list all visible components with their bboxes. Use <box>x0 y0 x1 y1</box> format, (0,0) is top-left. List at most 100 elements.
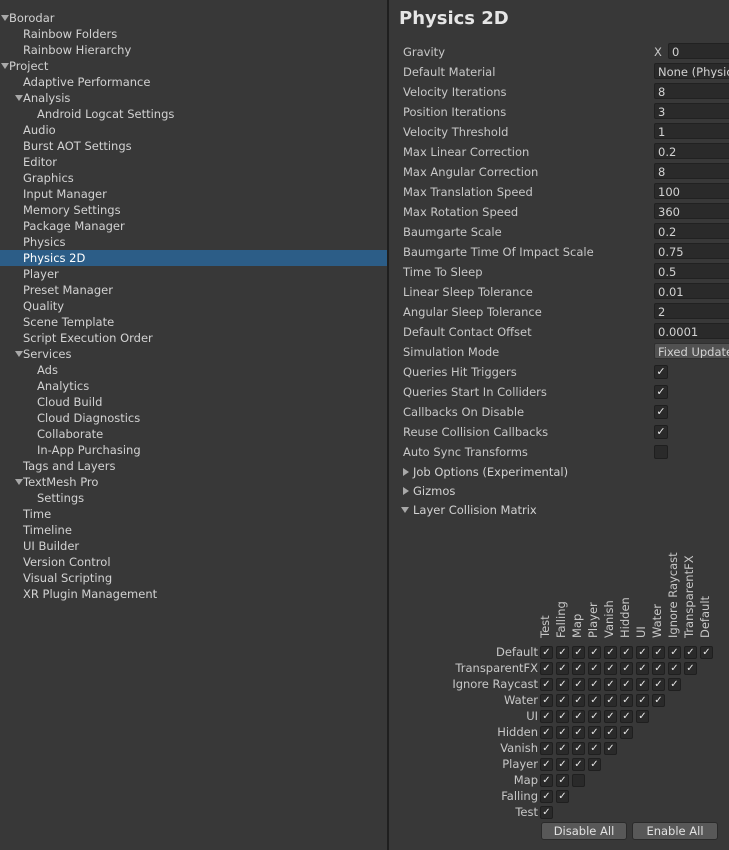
auto-sync-transforms-checkbox[interactable] <box>654 445 668 459</box>
matrix-checkbox[interactable]: ✓ <box>588 694 601 707</box>
matrix-checkbox[interactable]: ✓ <box>636 694 649 707</box>
sidebar-item-package-manager[interactable]: Package Manager <box>0 218 387 234</box>
linear-sleep-tolerance-field[interactable]: 0.01 <box>654 283 729 299</box>
matrix-checkbox[interactable]: ✓ <box>620 726 633 739</box>
sidebar-item-player[interactable]: Player <box>0 266 387 282</box>
callbacks-on-disable-checkbox[interactable]: ✓ <box>654 405 668 419</box>
sidebar-item-script-execution-order[interactable]: Script Execution Order <box>0 330 387 346</box>
foldout-gizmos[interactable]: Gizmos <box>389 482 729 500</box>
matrix-checkbox[interactable]: ✓ <box>604 710 617 723</box>
foldout-layer-collision-matrix[interactable]: Layer Collision Matrix <box>389 501 729 519</box>
sidebar-item-analysis[interactable]: Analysis <box>0 90 387 106</box>
sidebar-item-graphics[interactable]: Graphics <box>0 170 387 186</box>
max-linear-correction-field[interactable]: 0.2 <box>654 143 729 159</box>
sidebar-item-analytics[interactable]: Analytics <box>0 378 387 394</box>
matrix-checkbox[interactable]: ✓ <box>620 646 633 659</box>
sidebar-item-cloud-build[interactable]: Cloud Build <box>0 394 387 410</box>
matrix-checkbox[interactable]: ✓ <box>572 694 585 707</box>
matrix-checkbox[interactable]: ✓ <box>540 662 553 675</box>
sidebar-item-adaptive-performance[interactable]: Adaptive Performance <box>0 74 387 90</box>
foldout-arrow-icon[interactable] <box>1 63 9 69</box>
reuse-collision-callbacks-checkbox[interactable]: ✓ <box>654 425 668 439</box>
sidebar-item-preset-manager[interactable]: Preset Manager <box>0 282 387 298</box>
matrix-checkbox[interactable]: ✓ <box>652 662 665 675</box>
velocity-threshold-field[interactable]: 1 <box>654 123 729 139</box>
matrix-checkbox[interactable]: ✓ <box>556 726 569 739</box>
sidebar-item-rainbow-hierarchy[interactable]: Rainbow Hierarchy <box>0 42 387 58</box>
matrix-checkbox[interactable]: ✓ <box>556 710 569 723</box>
matrix-checkbox[interactable]: ✓ <box>684 662 697 675</box>
velocity-iterations-field[interactable]: 8 <box>654 83 729 99</box>
matrix-checkbox[interactable]: ✓ <box>540 758 553 771</box>
matrix-checkbox[interactable]: ✓ <box>540 806 553 819</box>
matrix-checkbox[interactable]: ✓ <box>540 742 553 755</box>
baumgarte-scale-field[interactable]: 0.2 <box>654 223 729 239</box>
sidebar-item-cloud-diagnostics[interactable]: Cloud Diagnostics <box>0 410 387 426</box>
gravity-x-field[interactable]: 0 <box>668 43 729 59</box>
max-rotation-speed-field[interactable]: 360 <box>654 203 729 219</box>
matrix-checkbox[interactable]: ✓ <box>556 646 569 659</box>
matrix-checkbox[interactable]: ✓ <box>588 758 601 771</box>
matrix-checkbox[interactable]: ✓ <box>556 694 569 707</box>
matrix-checkbox[interactable]: ✓ <box>604 694 617 707</box>
matrix-checkbox[interactable]: ✓ <box>620 694 633 707</box>
matrix-checkbox[interactable] <box>572 774 585 787</box>
matrix-checkbox[interactable]: ✓ <box>540 790 553 803</box>
position-iterations-field[interactable]: 3 <box>654 103 729 119</box>
foldout-arrow-icon[interactable] <box>15 95 23 101</box>
time-to-sleep-field[interactable]: 0.5 <box>654 263 729 279</box>
matrix-checkbox[interactable]: ✓ <box>604 662 617 675</box>
foldout-arrow-icon[interactable] <box>1 15 9 21</box>
sidebar-item-textmesh-pro[interactable]: TextMesh Pro <box>0 474 387 490</box>
max-angular-correction-field[interactable]: 8 <box>654 163 729 179</box>
sidebar-item-input-manager[interactable]: Input Manager <box>0 186 387 202</box>
matrix-checkbox[interactable]: ✓ <box>604 742 617 755</box>
matrix-checkbox[interactable]: ✓ <box>620 710 633 723</box>
sidebar-item-timeline[interactable]: Timeline <box>0 522 387 538</box>
matrix-checkbox[interactable]: ✓ <box>540 694 553 707</box>
sidebar-item-xr-plugin-management[interactable]: XR Plugin Management <box>0 586 387 602</box>
matrix-checkbox[interactable]: ✓ <box>572 662 585 675</box>
matrix-checkbox[interactable]: ✓ <box>556 790 569 803</box>
matrix-checkbox[interactable]: ✓ <box>588 662 601 675</box>
disable-all-button[interactable]: Disable All <box>541 822 627 840</box>
matrix-checkbox[interactable]: ✓ <box>588 678 601 691</box>
matrix-checkbox[interactable]: ✓ <box>700 646 713 659</box>
baumgarte-time-of-impact-scale-field[interactable]: 0.75 <box>654 243 729 259</box>
matrix-checkbox[interactable]: ✓ <box>540 710 553 723</box>
sidebar-item-settings[interactable]: Settings <box>0 490 387 506</box>
sidebar-item-physics-2d[interactable]: Physics 2D <box>0 250 387 266</box>
matrix-checkbox[interactable]: ✓ <box>652 678 665 691</box>
sidebar-item-scene-template[interactable]: Scene Template <box>0 314 387 330</box>
chevron-right-icon[interactable] <box>403 487 409 495</box>
matrix-checkbox[interactable]: ✓ <box>668 678 681 691</box>
sidebar-item-collaborate[interactable]: Collaborate <box>0 426 387 442</box>
sidebar-item-ads[interactable]: Ads <box>0 362 387 378</box>
matrix-checkbox[interactable]: ✓ <box>588 742 601 755</box>
foldout-arrow-icon[interactable] <box>15 351 23 357</box>
matrix-checkbox[interactable]: ✓ <box>556 742 569 755</box>
matrix-checkbox[interactable]: ✓ <box>572 758 585 771</box>
default-material-field[interactable]: None (Physics <box>654 63 729 79</box>
sidebar-item-project[interactable]: Project <box>0 58 387 74</box>
sidebar-item-tags-and-layers[interactable]: Tags and Layers <box>0 458 387 474</box>
matrix-checkbox[interactable]: ✓ <box>636 646 649 659</box>
matrix-checkbox[interactable]: ✓ <box>572 710 585 723</box>
queries-hit-triggers-checkbox[interactable]: ✓ <box>654 365 668 379</box>
matrix-checkbox[interactable]: ✓ <box>652 694 665 707</box>
sidebar-item-version-control[interactable]: Version Control <box>0 554 387 570</box>
matrix-checkbox[interactable]: ✓ <box>540 646 553 659</box>
sidebar-item-editor[interactable]: Editor <box>0 154 387 170</box>
matrix-checkbox[interactable]: ✓ <box>668 646 681 659</box>
matrix-checkbox[interactable]: ✓ <box>604 646 617 659</box>
matrix-checkbox[interactable]: ✓ <box>540 774 553 787</box>
sidebar-item-burst-aot-settings[interactable]: Burst AOT Settings <box>0 138 387 154</box>
matrix-checkbox[interactable]: ✓ <box>556 678 569 691</box>
matrix-checkbox[interactable]: ✓ <box>588 646 601 659</box>
matrix-checkbox[interactable]: ✓ <box>572 678 585 691</box>
max-translation-speed-field[interactable]: 100 <box>654 183 729 199</box>
sidebar-item-quality[interactable]: Quality <box>0 298 387 314</box>
sidebar-item-services[interactable]: Services <box>0 346 387 362</box>
chevron-right-icon[interactable] <box>403 468 409 476</box>
default-contact-offset-field[interactable]: 0.0001 <box>654 323 729 339</box>
